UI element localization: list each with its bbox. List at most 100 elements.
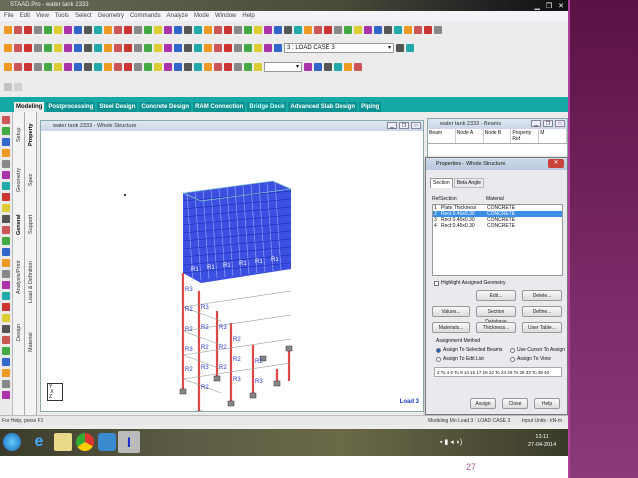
tab-concrete-design[interactable]: Concrete Design: [139, 102, 192, 112]
delete-button[interactable]: Delete...: [522, 290, 562, 301]
toolbar-button-icon[interactable]: [264, 43, 272, 52]
section-list[interactable]: 1 Plate Thickness CONCRETE 2 Rect 0.40x0.30 C…: [432, 204, 563, 276]
toolbar-button-icon[interactable]: [4, 25, 12, 34]
toolbar-button-icon[interactable]: [406, 43, 414, 52]
tool-icon[interactable]: [2, 171, 10, 179]
toolbar-button-icon[interactable]: [284, 25, 292, 34]
menu-help[interactable]: Help: [242, 11, 254, 21]
toolbar-button-icon[interactable]: [144, 43, 152, 52]
toolbar-button-icon[interactable]: [424, 25, 432, 34]
toolbar-button-icon[interactable]: [44, 62, 52, 71]
toolbar-button-icon[interactable]: [144, 62, 152, 71]
toolbar-button-icon[interactable]: [14, 43, 22, 52]
toolbar-button-icon[interactable]: [374, 25, 382, 34]
toolbar-button-icon[interactable]: [154, 62, 162, 71]
toolbar-button-icon[interactable]: [134, 25, 142, 34]
menu-commands[interactable]: Commands: [130, 11, 161, 21]
toolbar-button-icon[interactable]: [44, 25, 52, 34]
menu-edit[interactable]: Edit: [20, 11, 30, 21]
toolbar-button-icon[interactable]: [24, 62, 32, 71]
toolbar-button-icon[interactable]: [244, 62, 252, 71]
minimize-button[interactable]: ▁: [531, 120, 541, 127]
menu-window[interactable]: Window: [215, 11, 236, 21]
beams-column-header[interactable]: Node A: [456, 129, 484, 143]
toolbar-button-icon[interactable]: [214, 25, 222, 34]
restore-button[interactable]: ❐: [399, 122, 409, 129]
toolbar-button-icon[interactable]: [34, 62, 42, 71]
assign-button[interactable]: Assign: [470, 398, 496, 409]
toolbar-button-icon[interactable]: [334, 25, 342, 34]
toolbar-button-icon[interactable]: [394, 25, 402, 34]
toolbar-button-icon[interactable]: [194, 25, 202, 34]
highlight-assigned-checkbox[interactable]: Highlight Assigned Geometry: [441, 280, 505, 286]
toolbar-button-icon[interactable]: [224, 25, 232, 34]
file-explorer-icon[interactable]: [54, 433, 72, 451]
toolbar-button-icon[interactable]: [124, 25, 132, 34]
vtab-property[interactable]: Property: [25, 112, 37, 157]
values-button[interactable]: Values...: [432, 306, 470, 317]
toolbar-button-icon[interactable]: [174, 62, 182, 71]
tool-icon[interactable]: [2, 138, 10, 146]
tool-icon[interactable]: [2, 303, 10, 311]
toolbar-button-icon[interactable]: [254, 62, 262, 71]
toolbar-button-icon[interactable]: [384, 25, 392, 34]
toolbar-button-icon[interactable]: [204, 62, 212, 71]
tool-icon[interactable]: [2, 281, 10, 289]
chrome-icon[interactable]: [76, 433, 94, 451]
toolbar-button-icon[interactable]: [224, 43, 232, 52]
vtab-load-definition[interactable]: Load & Definition: [25, 247, 37, 317]
maximize-button[interactable]: □: [555, 120, 565, 127]
edit-list-field[interactable]: 2 To 4 6 To 8 14 15 17 18 22 To 24 26 To…: [434, 367, 562, 377]
tab-piping[interactable]: Piping: [359, 102, 382, 112]
toolbar-button-icon[interactable]: [104, 25, 112, 34]
tray-icons[interactable]: ▪ ▮ ◂ ◖): [440, 438, 462, 446]
tab-modeling[interactable]: Modeling: [14, 102, 45, 112]
vtab-spec[interactable]: Spec: [25, 157, 37, 202]
toolbar-button-icon[interactable]: [234, 43, 242, 52]
section-database-button[interactable]: Section Database: [476, 306, 516, 325]
toolbar-button-icon[interactable]: [264, 25, 272, 34]
beams-column-header[interactable]: Node B: [484, 129, 512, 143]
tool-icon[interactable]: [2, 391, 10, 399]
vtab-material[interactable]: Material: [25, 317, 37, 367]
restore-button[interactable]: ❐: [543, 120, 553, 127]
toolbar-button-icon[interactable]: [164, 43, 172, 52]
tab-bridge-deck[interactable]: Bridge Deck: [247, 102, 287, 112]
staad-pro-taskbar-icon[interactable]: I: [118, 431, 140, 453]
system-clock[interactable]: 13:11 27-04-2014: [528, 433, 556, 449]
radio-assign-view[interactable]: Assign To View: [517, 356, 551, 362]
tool-icon[interactable]: [2, 237, 10, 245]
toolbar-button-icon[interactable]: [174, 25, 182, 34]
close-dialog-button[interactable]: Close: [502, 398, 528, 409]
radio-assign-selected-beams[interactable]: Assign To Selected Beams: [443, 347, 502, 353]
beams-column-header[interactable]: M: [539, 129, 567, 143]
toolbar-button-icon[interactable]: [34, 43, 42, 52]
tool-icon[interactable]: [2, 193, 10, 201]
toolbar-button-icon[interactable]: [64, 62, 72, 71]
tab-steel-design[interactable]: Steel Design: [97, 102, 138, 112]
vtab-support[interactable]: Support: [25, 202, 37, 247]
toolbar-button-icon[interactable]: [154, 25, 162, 34]
toolbar-button-icon[interactable]: [34, 25, 42, 34]
tab-section[interactable]: Section: [430, 178, 453, 188]
toolbar-button-icon[interactable]: [114, 43, 122, 52]
tool-icon[interactable]: [2, 215, 10, 223]
vtab-design[interactable]: Design: [13, 307, 25, 357]
toolbar-button-icon[interactable]: [84, 43, 92, 52]
toolbar-button-icon[interactable]: [154, 43, 162, 52]
toolbar-button-icon[interactable]: [204, 43, 212, 52]
vtab-geometry[interactable]: Geometry: [13, 157, 25, 202]
radio-assign-edit-list[interactable]: Assign To Edit List: [443, 356, 484, 362]
radio-use-cursor[interactable]: Use Cursor To Assign: [517, 347, 565, 353]
vtab-general[interactable]: General: [13, 202, 25, 247]
toolbar-button-icon[interactable]: [324, 62, 332, 71]
toolbar-button-icon[interactable]: [396, 43, 404, 52]
toolbar-button-icon[interactable]: [24, 25, 32, 34]
help-button[interactable]: Help: [534, 398, 560, 409]
toolbar-button-icon[interactable]: [14, 62, 22, 71]
tool-icon[interactable]: [2, 248, 10, 256]
start-button-icon[interactable]: [3, 433, 21, 451]
toolbar-button-icon[interactable]: [234, 25, 242, 34]
toolbar-button-icon[interactable]: [64, 25, 72, 34]
define-button[interactable]: Define...: [522, 306, 562, 317]
